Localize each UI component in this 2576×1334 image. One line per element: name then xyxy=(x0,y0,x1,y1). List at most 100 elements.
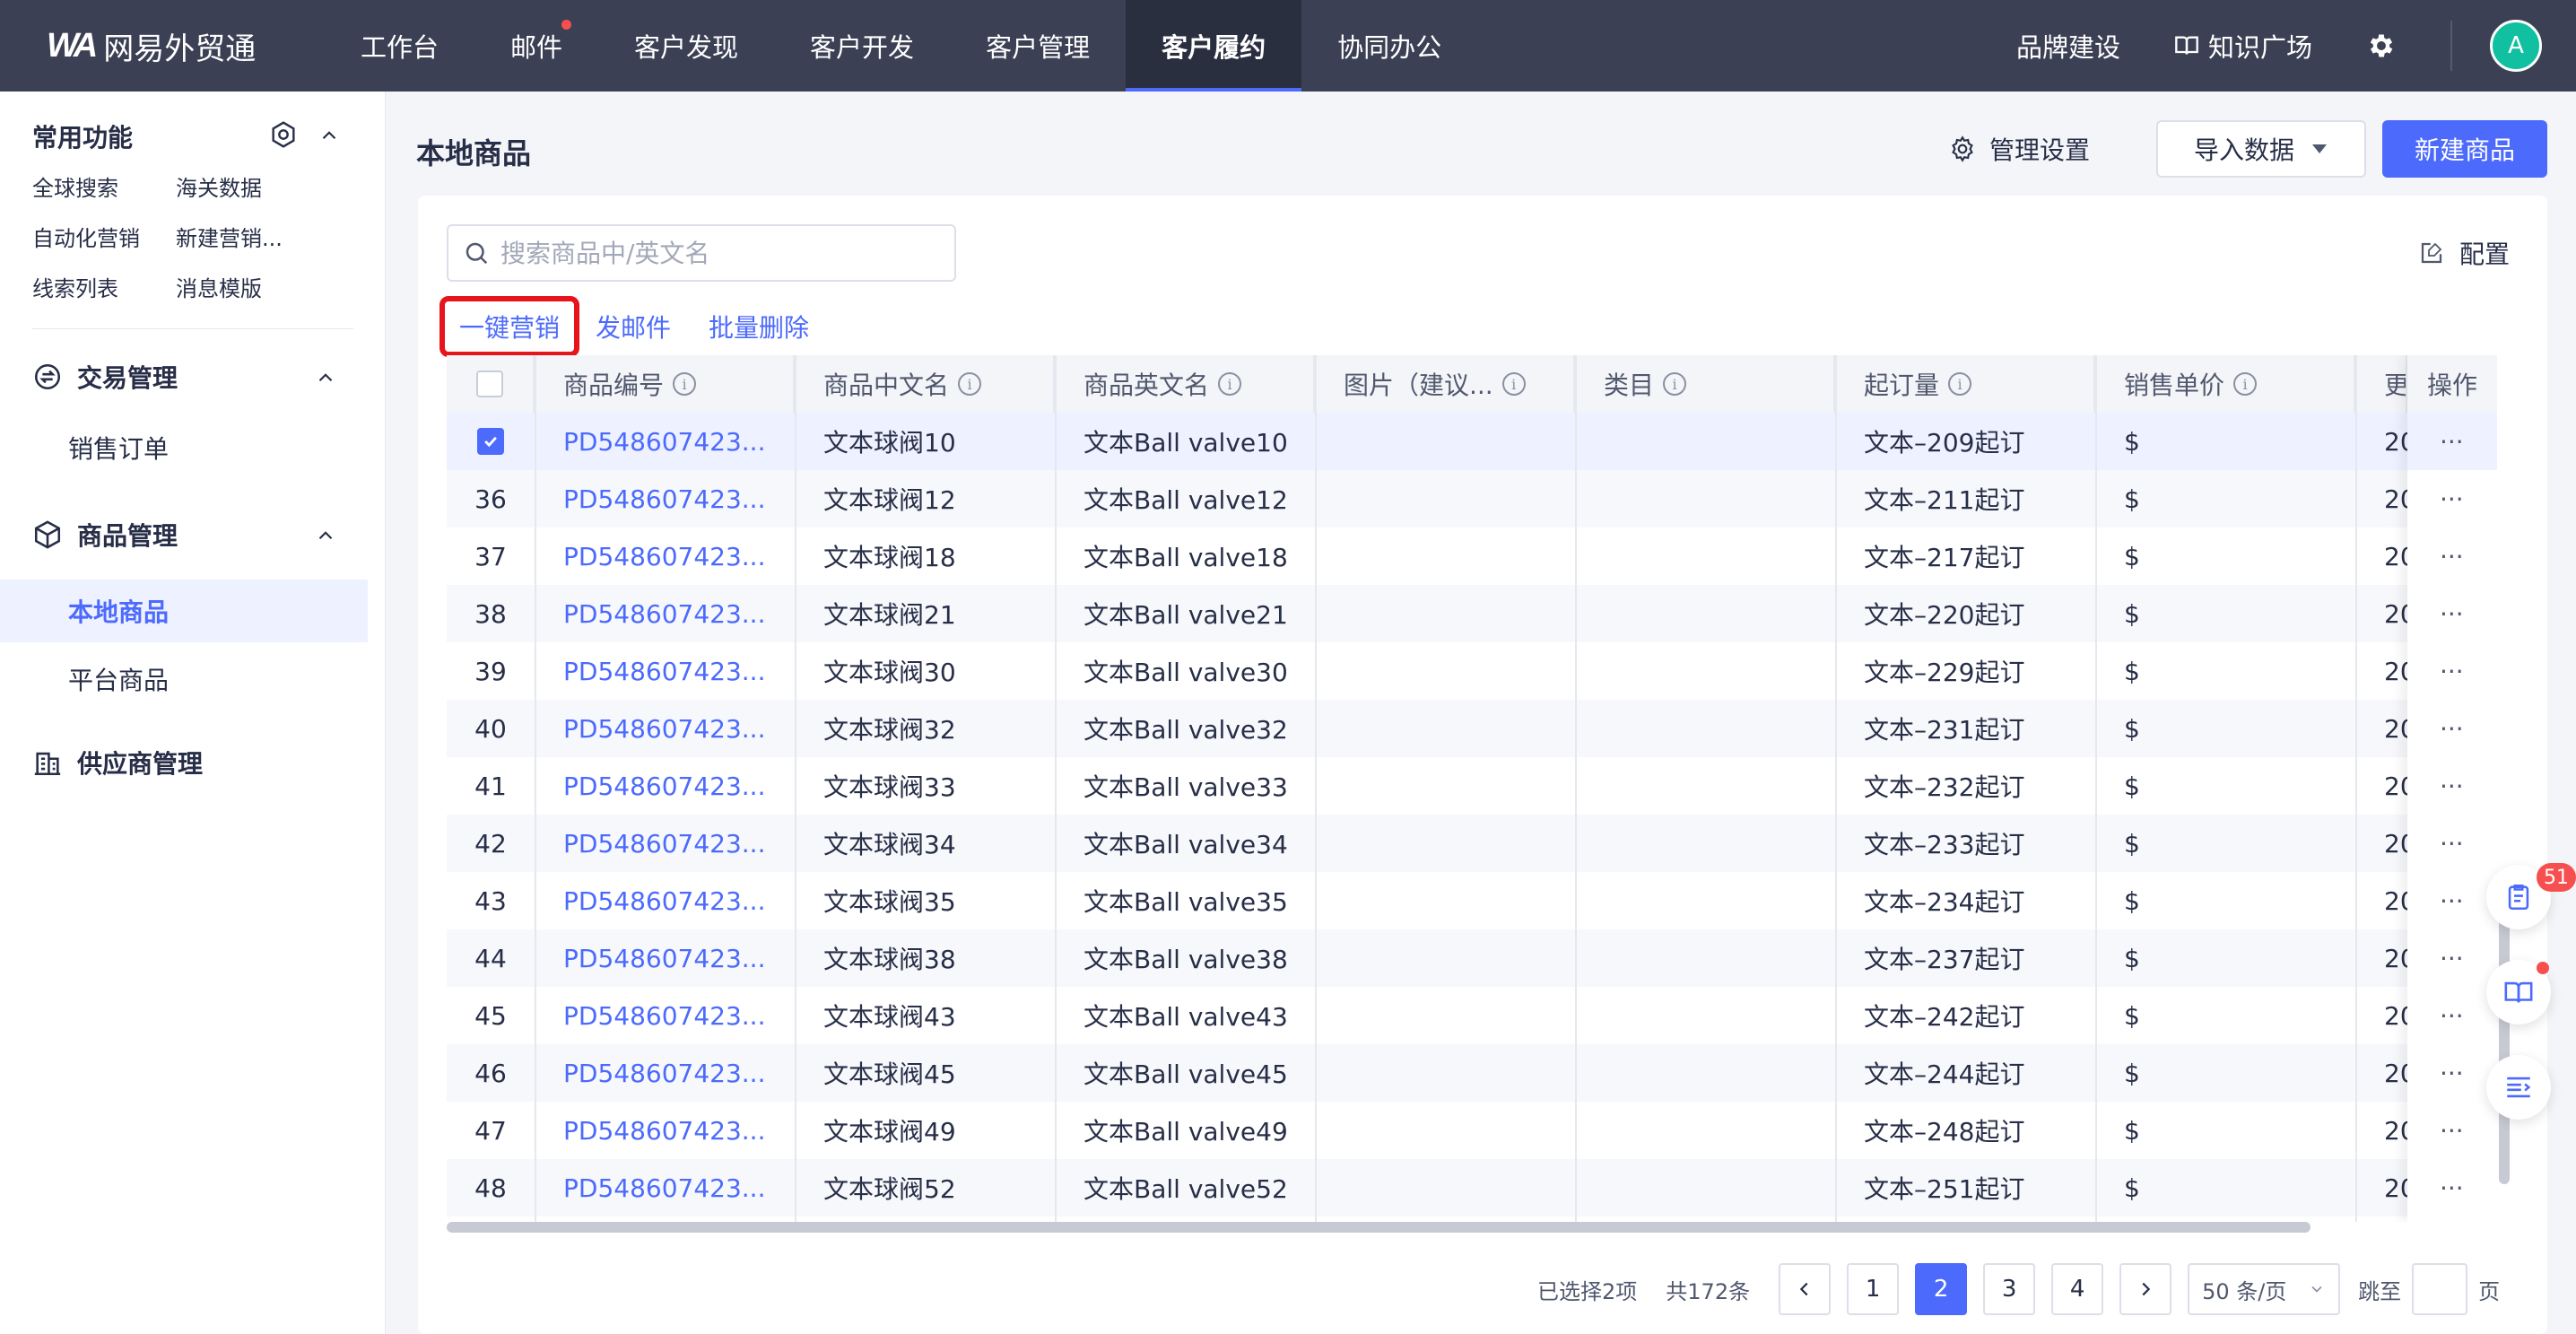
more-actions-button[interactable]: ··· xyxy=(2407,1102,2497,1159)
goods-code-link[interactable]: PD548607423... xyxy=(563,1059,765,1088)
more-actions-button[interactable]: ··· xyxy=(2407,413,2497,470)
jump-page-input[interactable] xyxy=(2412,1263,2468,1315)
quick-link-customs-data[interactable]: 海关数据 xyxy=(176,170,262,202)
page-1-button[interactable]: 1 xyxy=(1847,1263,1900,1315)
info-icon[interactable]: i xyxy=(2233,372,2258,396)
page-size-select[interactable]: 50 条/页 xyxy=(2188,1263,2341,1315)
settings-icon[interactable] xyxy=(269,120,298,149)
cell-code[interactable]: PD548607423... xyxy=(535,872,795,929)
info-icon[interactable]: i xyxy=(1948,372,1972,396)
header-select-all[interactable] xyxy=(447,355,535,413)
sidebar-item-sales-orders[interactable]: 销售订单 xyxy=(0,416,368,479)
manage-settings-button[interactable]: 管理设置 xyxy=(1948,118,2090,179)
row-checkbox[interactable] xyxy=(477,428,504,455)
table-row[interactable]: 39 PD548607423... 文本球阀30 文本Ball valve30 文本–2… xyxy=(447,642,2497,700)
list-float-button[interactable] xyxy=(2486,1055,2551,1120)
next-page-button[interactable] xyxy=(2119,1263,2172,1315)
quick-link-new-marketing[interactable]: 新建营销... xyxy=(176,221,283,252)
column-config-button[interactable]: 配置 xyxy=(2418,235,2510,271)
table-row[interactable]: 46 PD548607423... 文本球阀45 文本Ball valve45 文本–2… xyxy=(447,1044,2497,1102)
goods-code-link[interactable]: PD548607423... xyxy=(563,599,765,629)
table-row[interactable]: 37 PD548607423... 文本球阀18 文本Ball valve18 文本–2… xyxy=(447,527,2497,585)
goods-code-link[interactable]: PD548607423... xyxy=(563,484,765,514)
cell-select[interactable]: 38 xyxy=(447,585,535,642)
cell-code[interactable]: PD548607423... xyxy=(535,1044,795,1102)
goods-code-link[interactable]: PD548607423... xyxy=(563,829,765,859)
sidebar-item-platform-goods[interactable]: 平台商品 xyxy=(0,648,368,711)
cell-code[interactable]: PD548607423... xyxy=(535,413,795,470)
search-input[interactable] xyxy=(500,238,931,268)
table-row[interactable]: 40 PD548607423... 文本球阀32 文本Ball valve32 文本–2… xyxy=(447,700,2497,757)
nav-mail[interactable]: 邮件 xyxy=(474,0,598,92)
goods-code-link[interactable]: PD548607423... xyxy=(563,1173,765,1203)
one-click-marketing-button[interactable]: 一键营销 xyxy=(439,296,580,357)
bulk-delete-button[interactable]: 批量删除 xyxy=(709,309,809,344)
cell-code[interactable]: PD548607423... xyxy=(535,642,795,700)
send-email-button[interactable]: 发邮件 xyxy=(596,309,671,344)
more-actions-button[interactable]: ··· xyxy=(2407,987,2497,1044)
quick-link-global-search[interactable]: 全球搜索 xyxy=(32,170,118,202)
sidebar-group-supplier[interactable]: 供应商管理 xyxy=(32,745,203,780)
cell-select[interactable]: 36 xyxy=(447,470,535,527)
cell-code[interactable]: PD548607423... xyxy=(535,470,795,527)
table-row[interactable]: 43 PD548607423... 文本球阀35 文本Ball valve35 文本–2… xyxy=(447,872,2497,929)
goods-code-link[interactable]: PD548607423... xyxy=(563,542,765,571)
search-box[interactable] xyxy=(447,224,956,282)
cell-select[interactable]: 37 xyxy=(447,527,535,585)
info-icon[interactable]: i xyxy=(1501,372,1526,396)
quick-link-message-templates[interactable]: 消息模版 xyxy=(176,271,262,302)
nav-workbench[interactable]: 工作台 xyxy=(325,0,474,92)
cell-select[interactable] xyxy=(447,413,535,470)
table-row[interactable]: 36 PD548607423... 文本球阀12 文本Ball valve12 文本–2… xyxy=(447,470,2497,527)
info-icon[interactable]: i xyxy=(1218,372,1242,396)
nav-customer-fulfillment[interactable]: 客户履约 xyxy=(1126,0,1302,92)
table-row[interactable]: 47 PD548607423... 文本球阀49 文本Ball valve49 文本–2… xyxy=(447,1102,2497,1159)
sidebar-group-trade[interactable]: 交易管理 xyxy=(32,359,178,395)
more-actions-button[interactable]: ··· xyxy=(2407,642,2497,700)
cell-code[interactable]: PD548607423... xyxy=(535,585,795,642)
table-row[interactable]: 48 PD548607423... 文本球阀52 文本Ball valve52 文本–2… xyxy=(447,1159,2497,1216)
goods-code-link[interactable]: PD548607423... xyxy=(563,886,765,916)
cell-code[interactable]: PD548607423... xyxy=(535,1159,795,1216)
cell-select[interactable]: 47 xyxy=(447,1102,535,1159)
page-3-button[interactable]: 3 xyxy=(1983,1263,2036,1315)
goods-code-link[interactable]: PD548607423... xyxy=(563,427,765,457)
new-goods-button[interactable]: 新建商品 xyxy=(2382,120,2547,178)
knowledge-link[interactable]: 知识广场 xyxy=(2174,27,2312,65)
table-row[interactable]: 44 PD548607423... 文本球阀38 文本Ball valve38 文本–2… xyxy=(447,929,2497,987)
import-data-button[interactable]: 导入数据 xyxy=(2156,120,2366,178)
table-row[interactable]: 45 PD548607423... 文本球阀43 文本Ball valve43 文本–2… xyxy=(447,987,2497,1044)
chevron-up-icon[interactable] xyxy=(318,124,341,147)
prev-page-button[interactable] xyxy=(1779,1263,1832,1315)
table-row[interactable]: 42 PD548607423... 文本球阀34 文本Ball valve34 文本–2… xyxy=(447,815,2497,872)
more-actions-button[interactable]: ··· xyxy=(2407,1044,2497,1102)
more-actions-button[interactable]: ··· xyxy=(2407,527,2497,585)
table-row[interactable]: PD548607423... 文本球阀10 文本Ball valve10 文本–209… xyxy=(447,413,2497,470)
quick-link-auto-marketing[interactable]: 自动化营销 xyxy=(32,221,140,252)
cell-select[interactable]: 46 xyxy=(447,1044,535,1102)
table-row[interactable]: 38 PD548607423... 文本球阀21 文本Ball valve21 文本–2… xyxy=(447,585,2497,642)
avatar[interactable]: A xyxy=(2490,20,2542,72)
info-icon[interactable]: i xyxy=(958,372,982,396)
cell-code[interactable]: PD548607423... xyxy=(535,527,795,585)
goods-code-link[interactable]: PD548607423... xyxy=(563,772,765,801)
more-actions-button[interactable]: ··· xyxy=(2407,1159,2497,1216)
more-actions-button[interactable]: ··· xyxy=(2407,757,2497,815)
nav-customer-development[interactable]: 客户开发 xyxy=(774,0,950,92)
info-icon[interactable]: i xyxy=(1663,372,1687,396)
cell-select[interactable]: 45 xyxy=(447,987,535,1044)
cell-select[interactable]: 41 xyxy=(447,757,535,815)
cell-select[interactable]: 44 xyxy=(447,929,535,987)
cell-code[interactable]: PD548607423... xyxy=(535,700,795,757)
nav-collaboration[interactable]: 协同办公 xyxy=(1301,0,1477,92)
cell-code[interactable]: PD548607423... xyxy=(535,929,795,987)
cell-select[interactable]: 48 xyxy=(447,1159,535,1216)
sidebar-group-goods[interactable]: 商品管理 xyxy=(32,517,178,553)
goods-code-link[interactable]: PD548607423... xyxy=(563,714,765,744)
more-actions-button[interactable]: ··· xyxy=(2407,470,2497,527)
goods-code-link[interactable]: PD548607423... xyxy=(563,1001,765,1031)
select-all-checkbox[interactable] xyxy=(476,371,503,397)
cell-select[interactable]: 42 xyxy=(447,815,535,872)
goods-code-link[interactable]: PD548607423... xyxy=(563,1116,765,1146)
table-row[interactable]: 41 PD548607423... 文本球阀33 文本Ball valve33 文本–2… xyxy=(447,757,2497,815)
